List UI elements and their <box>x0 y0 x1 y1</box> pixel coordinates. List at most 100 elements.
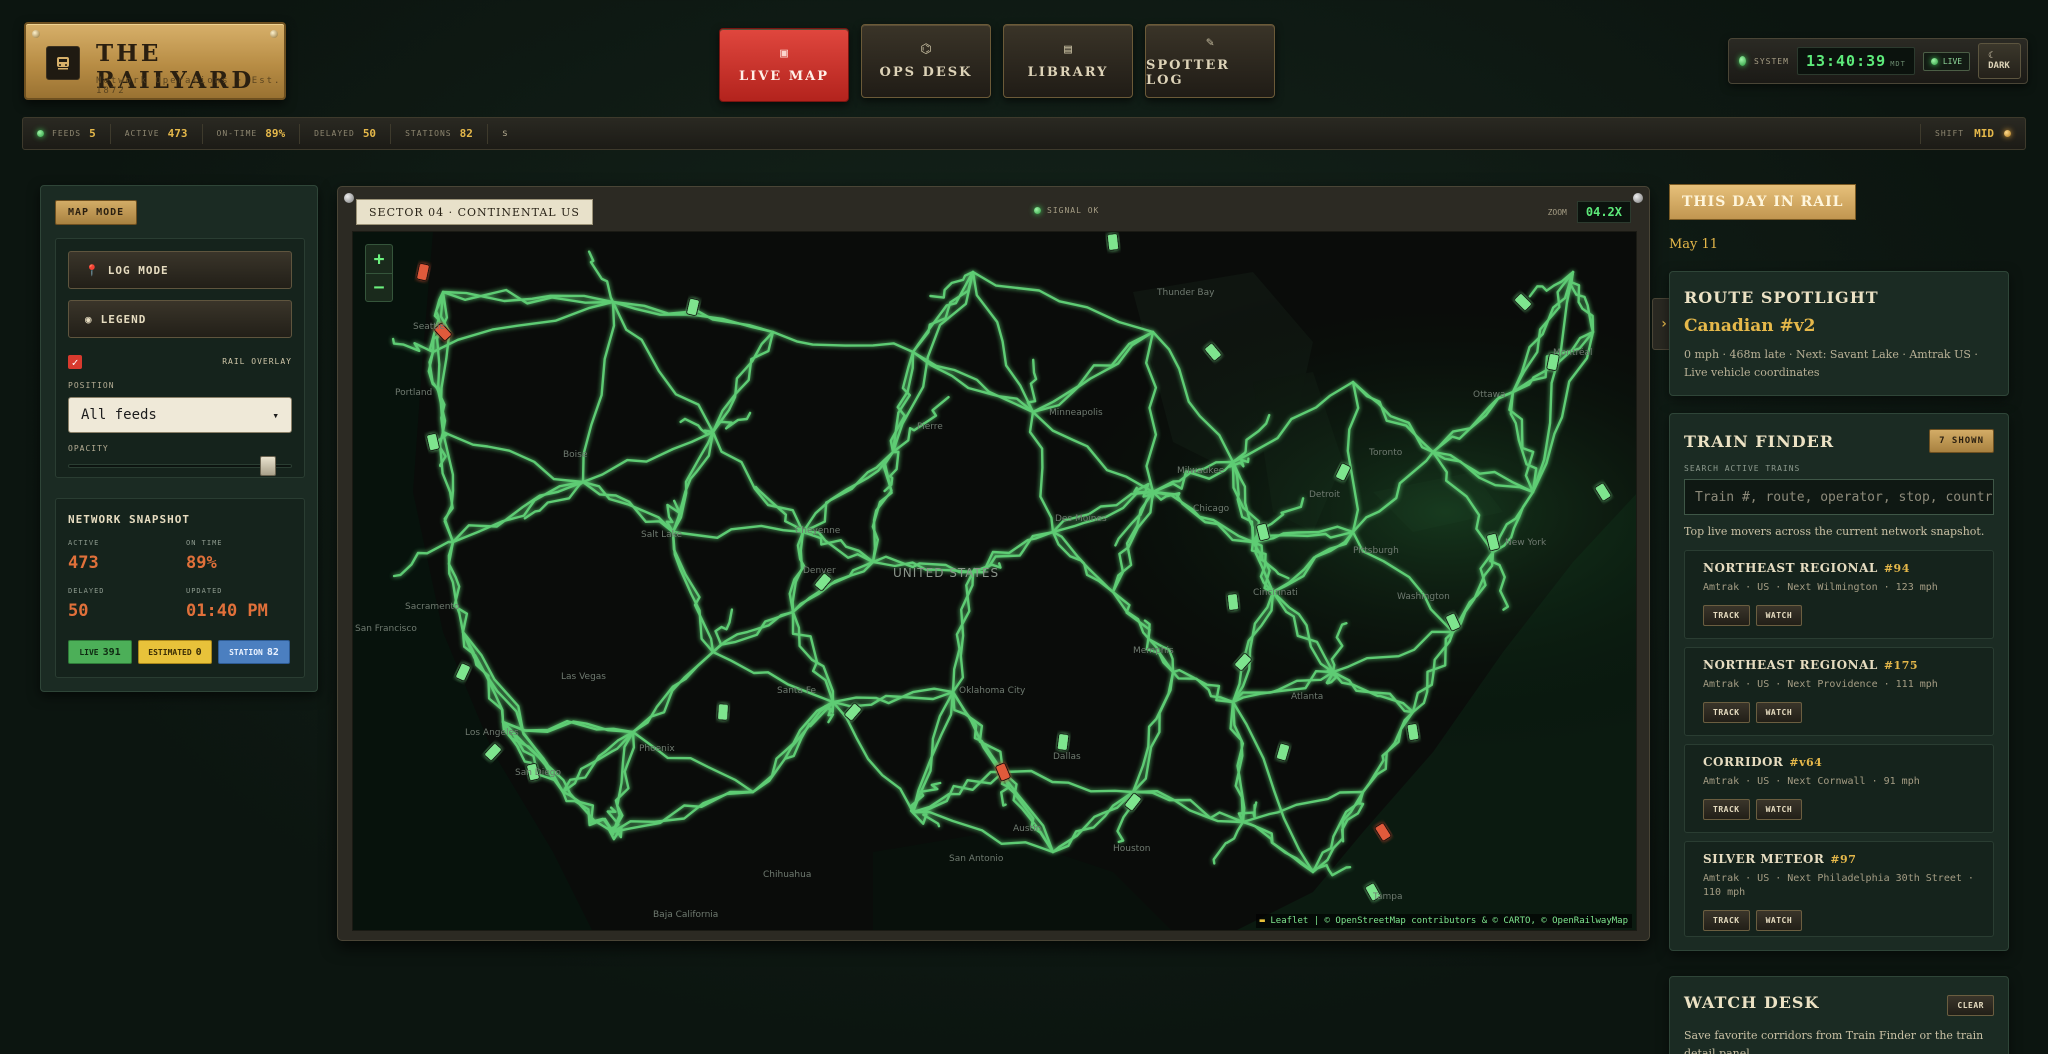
watch-button[interactable]: WATCH <box>1755 910 1803 931</box>
nav-ops-desk[interactable]: ⌬ OPS DESK <box>861 24 991 98</box>
map-icon: ▣ <box>780 46 788 61</box>
watch-button[interactable]: WATCH <box>1755 799 1803 820</box>
legend-button[interactable]: ◉ LEGEND <box>68 300 292 338</box>
stat-value: 82 <box>459 127 473 140</box>
controls-box: 📍 LOG MODE ◉ LEGEND ✓ RAIL OVERLAY POSITIO… <box>55 238 305 478</box>
map-place: Detroit <box>1309 490 1341 500</box>
train-marker[interactable] <box>1226 593 1240 611</box>
dark-mode-button[interactable]: ☾ DARK <box>1978 43 2021 79</box>
map-place: Baja California <box>653 910 719 920</box>
nav-spotter-log[interactable]: ✎ SPOTTER LOG <box>1145 24 1275 98</box>
system-clock: 13:40:39 MDT <box>1796 47 1915 75</box>
chip-station[interactable]: STATION 82 <box>218 640 290 664</box>
train-meta: Amtrak · US · Next Cornwall · 91 mph <box>1703 776 1920 787</box>
opacity-slider-track[interactable] <box>68 464 292 468</box>
train-marker[interactable] <box>1056 733 1070 751</box>
track-button[interactable]: TRACK <box>1703 799 1750 820</box>
this-day-in-rail-button[interactable]: THIS DAY IN RAIL <box>1669 184 1857 220</box>
log-mode-button[interactable]: 📍 LOG MODE <box>68 251 292 289</box>
track-button[interactable]: TRACK <box>1703 910 1750 931</box>
train-search-input[interactable]: Train #, route, operator, stop, country <box>1684 479 1994 515</box>
map-mode-button[interactable]: MAP MODE <box>55 200 138 225</box>
nav-label: LIVE MAP <box>739 69 829 84</box>
map-place: Atlanta <box>1291 692 1324 702</box>
nav-label: LIBRARY <box>1027 65 1109 80</box>
map-place: Las Vegas <box>561 672 606 682</box>
spotlight-route[interactable]: Canadian #v2 <box>1684 316 1816 336</box>
map-place: Pittsburgh <box>1353 546 1399 556</box>
map-place: Boise <box>563 450 588 460</box>
position-label: POSITION <box>68 381 115 390</box>
live-toggle[interactable]: LIVE <box>1922 51 1971 71</box>
zoom-in-button[interactable]: + <box>366 245 392 273</box>
map-place: Thunder Bay <box>1157 288 1215 298</box>
train-name: NORTHEAST REGIONAL <box>1703 561 1878 575</box>
train-name: NORTHEAST REGIONAL <box>1703 658 1878 672</box>
map-controls-panel: MAP MODE 📍 LOG MODE ◉ LEGEND ✓ RAIL OVERLA… <box>40 185 318 692</box>
rail-map[interactable]: + − UNITED STATES Seattle Portland Boise… <box>352 231 1637 931</box>
flag-icon: ▬ <box>1259 916 1271 926</box>
map-place: Phoenix <box>639 744 675 754</box>
zoom-out-button[interactable]: − <box>366 273 392 301</box>
train-marker[interactable] <box>717 703 729 721</box>
chevron-right-icon: › <box>1659 316 1669 332</box>
opacity-slider-thumb[interactable] <box>260 456 276 476</box>
nav-label: OPS DESK <box>879 65 973 80</box>
map-place: Portland <box>395 388 433 398</box>
clock-tz: MDT <box>1890 60 1906 68</box>
map-place: Tampa <box>1373 892 1403 902</box>
map-place: Chicago <box>1193 504 1230 514</box>
rail-network-layer <box>353 232 1636 930</box>
track-button[interactable]: TRACK <box>1703 702 1750 723</box>
compass-icon: ◉ <box>85 312 93 326</box>
zoom-value: 04.2X <box>1576 201 1631 223</box>
train-marker[interactable] <box>1406 723 1420 741</box>
position-value: All feeds <box>81 407 157 423</box>
chip-value: 82 <box>266 646 279 658</box>
route-spotlight-card: ROUTE SPOTLIGHT Canadian #v2 0 mph · 468… <box>1669 271 2009 396</box>
watch-button[interactable]: WATCH <box>1755 702 1803 723</box>
track-button[interactable]: TRACK <box>1703 605 1750 626</box>
train-list-item[interactable]: CORRIDOR #v64 Amtrak · US · Next Cornwall… <box>1684 744 1994 833</box>
position-select[interactable]: All feeds ▾ <box>68 397 292 433</box>
clear-button[interactable]: CLEAR <box>1947 995 1994 1016</box>
watch-button[interactable]: WATCH <box>1755 605 1803 626</box>
status-bar: FEEDS 5 ACTIVE 473 ON-TIME 89% DELAYED 50 ST… <box>22 117 2026 150</box>
train-marker[interactable] <box>1106 233 1120 251</box>
nav-live-map[interactable]: ▣ LIVE MAP <box>719 28 849 102</box>
system-cluster: SYSTEM 13:40:39 MDT LIVE ☾ DARK <box>1728 38 2028 84</box>
nav-label: SPOTTER LOG <box>1146 57 1231 88</box>
system-label: SYSTEM <box>1754 56 1789 66</box>
chip-estimated[interactable]: ESTIMATED 0 <box>138 640 212 664</box>
map-attribution[interactable]: ▬ Leaflet | © OpenStreetMap contributors… <box>1255 914 1632 928</box>
snap-updated-value: 01:40 PM <box>186 601 268 621</box>
map-place: Toronto <box>1369 448 1403 458</box>
live-label: LIVE <box>1942 56 1963 66</box>
map-place: Denver <box>803 566 836 576</box>
chip-label: STATION <box>229 647 263 657</box>
snap-active-key: ACTIVE <box>68 539 100 547</box>
map-place: New York <box>1505 538 1547 548</box>
stat-value: 473 <box>167 127 188 140</box>
train-number: #94 <box>1883 562 1910 575</box>
chip-value: 391 <box>102 646 121 658</box>
train-number: #97 <box>1830 853 1857 866</box>
train-list-item[interactable]: SILVER METEOR #97 Amtrak · US · Next Phil… <box>1684 841 1994 937</box>
stat-feeds: FEEDS 5 <box>37 123 111 144</box>
map-place: Dallas <box>1053 752 1081 762</box>
train-meta: Amtrak · US · Next Wilmington · 123 mph <box>1703 582 1938 593</box>
chip-label: ESTIMATED <box>148 647 192 657</box>
log-mode-label: LOG MODE <box>107 263 169 277</box>
rail-overlay-checkbox[interactable]: ✓ <box>68 355 82 369</box>
zoom-label: ZOOM <box>1547 207 1567 217</box>
chip-live[interactable]: LIVE 391 <box>68 640 132 664</box>
system-status-light-icon <box>1739 56 1747 66</box>
dark-label: DARK <box>1988 61 2010 71</box>
train-list-item[interactable]: NORTHEAST REGIONAL #94 Amtrak · US · Next… <box>1684 550 1994 639</box>
nav-library[interactable]: ▤ LIBRARY <box>1003 24 1133 98</box>
map-place: San Francisco <box>355 624 417 634</box>
signal-label: SIGNAL OK <box>1047 206 1100 215</box>
map-place: Cheyenne <box>795 526 841 536</box>
train-list-item[interactable]: NORTHEAST REGIONAL #175 Amtrak · US · Nex… <box>1684 647 1994 736</box>
signal-icon: ⌬ <box>920 42 932 57</box>
